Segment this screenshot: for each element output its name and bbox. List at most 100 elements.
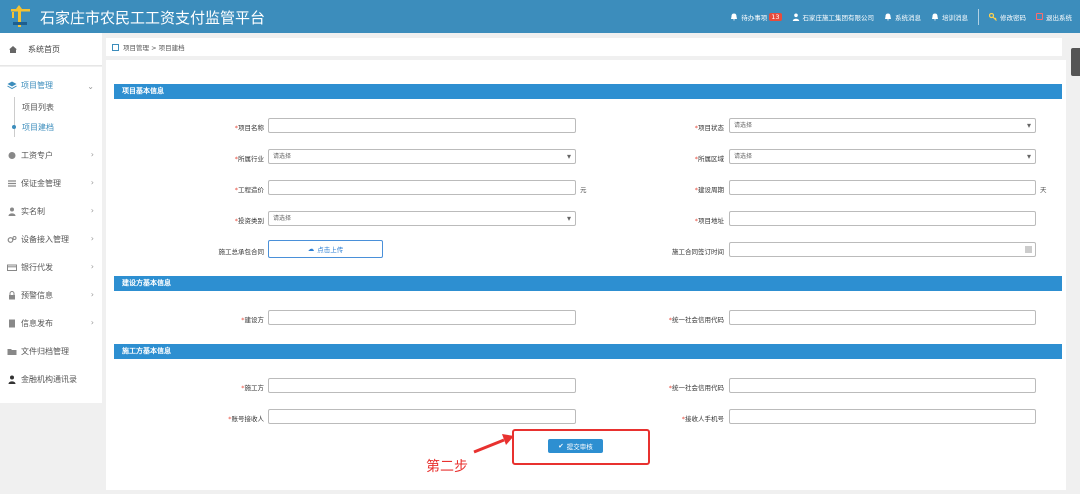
highlight-box [512,429,650,465]
logout-icon [1036,13,1043,20]
sidebar-item-wage-account-label: 工资专户 [21,150,53,160]
breadcrumb-text: 项目管理 > 项目建档 [123,44,185,52]
bell-icon [932,13,938,21]
nav-company[interactable]: 石家庄施工集团有限公司 [792,12,875,22]
industry-label: *所属行业 [234,155,264,163]
sidebar-item-real-name-label: 实名制 [21,206,45,216]
red-arrow-icon [473,434,514,454]
todo-count-badge: 13 [769,12,782,21]
sign-time-label: 施工合同签订时间 [672,248,724,256]
crane-logo-icon [11,5,30,27]
address-input[interactable] [729,211,1036,226]
side-toggle-handle[interactable] [1071,48,1080,76]
sidebar-subitem-project-archive-label: 项目建档 [22,122,54,132]
sidebar-item-publish[interactable]: 信息发布 › [0,309,102,337]
nav-system-msg[interactable]: 系统消息 [884,12,921,22]
cost-label: *工程造价 [234,186,264,194]
calendar-icon [1025,246,1032,253]
calendar-icon [112,43,119,51]
card-icon [7,264,17,271]
chevron-right-icon: › [90,318,94,327]
invest-type-label: *投资类别 [234,217,264,225]
account-holder-label: *账号接收人 [228,415,264,423]
bell-icon [885,13,891,21]
chevron-right-icon: › [90,234,94,243]
period-input[interactable] [729,180,1036,195]
region-select[interactable]: 请选择 [729,149,1036,164]
sidebar-item-deposit-label: 保证金管理 [21,178,61,188]
sidebar-item-home-label: 系统首页 [28,44,60,54]
sidebar-item-warning[interactable]: 预警信息 › [0,281,102,309]
builder-credit-label: *统一社会信用代码 [668,316,724,324]
user-icon [792,13,799,21]
sidebar-group-project: 项目管理 ⌄ 项目列表 项目建档 [0,66,102,141]
sidebar-subitem-project-list[interactable]: 项目列表 [0,97,102,117]
sidebar-item-warning-label: 预警信息 [21,290,53,300]
project-name-input[interactable] [268,118,576,133]
sidebar: 系统首页 项目管理 ⌄ 项目列表 项目建档 工资专户 › 保证金管理 › 实名制… [0,33,102,403]
contract-label: 施工总承包合同 [218,248,265,256]
sidebar-item-bank-payroll[interactable]: 银行代发 › [0,253,102,281]
nav-divider [978,8,979,25]
project-status-select[interactable]: 请选择 [729,118,1036,133]
section-constructor-header: 施工方基本信息 [114,344,1062,359]
user-icon [8,375,16,384]
list-icon [8,179,16,187]
chevron-right-icon: › [90,150,94,159]
industry-select[interactable]: 请选择 [268,149,576,164]
section-builder-header: 建设方基本信息 [114,276,1062,291]
sidebar-item-device[interactable]: 设备接入管理 › [0,225,102,253]
phone-input[interactable] [729,409,1036,424]
chevron-right-icon: › [90,178,94,187]
main-form-panel: 项目基本信息 *项目名称 *项目状态 请选择 *所属行业 请选择 *所属区域 请… [106,60,1066,490]
sidebar-item-finance-contacts[interactable]: 金融机构通讯录 [0,365,102,393]
key-icon [989,12,997,21]
folder-icon [7,348,17,355]
sidebar-item-real-name[interactable]: 实名制 › [0,197,102,225]
section-basic-info-header: 项目基本信息 [114,84,1062,99]
sidebar-item-publish-label: 信息发布 [21,318,53,328]
upload-button-label: 点击上传 [317,246,344,254]
sidebar-item-project[interactable]: 项目管理 ⌄ [0,73,102,97]
project-status-label: *项目状态 [694,124,724,132]
constructor-credit-input[interactable] [729,378,1036,393]
builder-name-input[interactable] [268,310,576,325]
sidebar-item-home[interactable]: 系统首页 [0,33,102,66]
nav-logout[interactable]: 退出系统 [1036,12,1072,22]
coin-icon [8,151,16,159]
account-holder-input[interactable] [268,409,576,424]
sidebar-item-deposit[interactable]: 保证金管理 › [0,169,102,197]
home-icon [9,45,17,53]
nav-training-msg[interactable]: 培训消息 [931,12,968,22]
sidebar-subitem-project-archive[interactable]: 项目建档 [0,117,102,137]
cloud-upload-icon: ☁ [307,245,315,253]
constructor-name-input[interactable] [268,378,576,393]
bell-icon [731,13,738,21]
sidebar-item-project-label: 项目管理 [21,80,53,90]
cost-input[interactable] [268,180,576,195]
layers-icon [7,81,17,89]
nav-change-password[interactable]: 修改密码 [989,12,1026,22]
sidebar-item-device-label: 设备接入管理 [21,234,69,244]
gears-icon [7,235,17,243]
upload-button[interactable]: ☁ 点击上传 [268,240,383,258]
chevron-right-icon: › [90,290,94,299]
nav-change-password-label: 修改密码 [1000,13,1026,22]
top-nav: 待办事项 13 石家庄施工集团有限公司 系统消息 培训消息 修改密码 退出系统 [720,0,1072,33]
constructor-credit-label: *统一社会信用代码 [668,384,724,392]
period-label: *建设周期 [694,186,724,194]
invest-type-select[interactable]: 请选择 [268,211,576,226]
nav-training-msg-label: 培训消息 [942,13,968,22]
sidebar-item-wage-account[interactable]: 工资专户 › [0,141,102,169]
top-header: 石家庄市农民工工资支付监管平台 待办事项 13 石家庄施工集团有限公司 系统消息… [0,0,1080,33]
step-annotation: 第二步 [426,459,468,475]
document-icon [9,319,15,327]
sign-time-input[interactable] [729,242,1036,257]
cost-unit: 元 [580,186,587,194]
builder-name-label: *建设方 [241,316,264,324]
builder-credit-input[interactable] [729,310,1036,325]
nav-company-label: 石家庄施工集团有限公司 [802,13,875,22]
sidebar-item-archive[interactable]: 文件归档管理 [0,337,102,365]
nav-todo[interactable]: 待办事项 13 [730,12,782,22]
user-icon [8,207,16,216]
